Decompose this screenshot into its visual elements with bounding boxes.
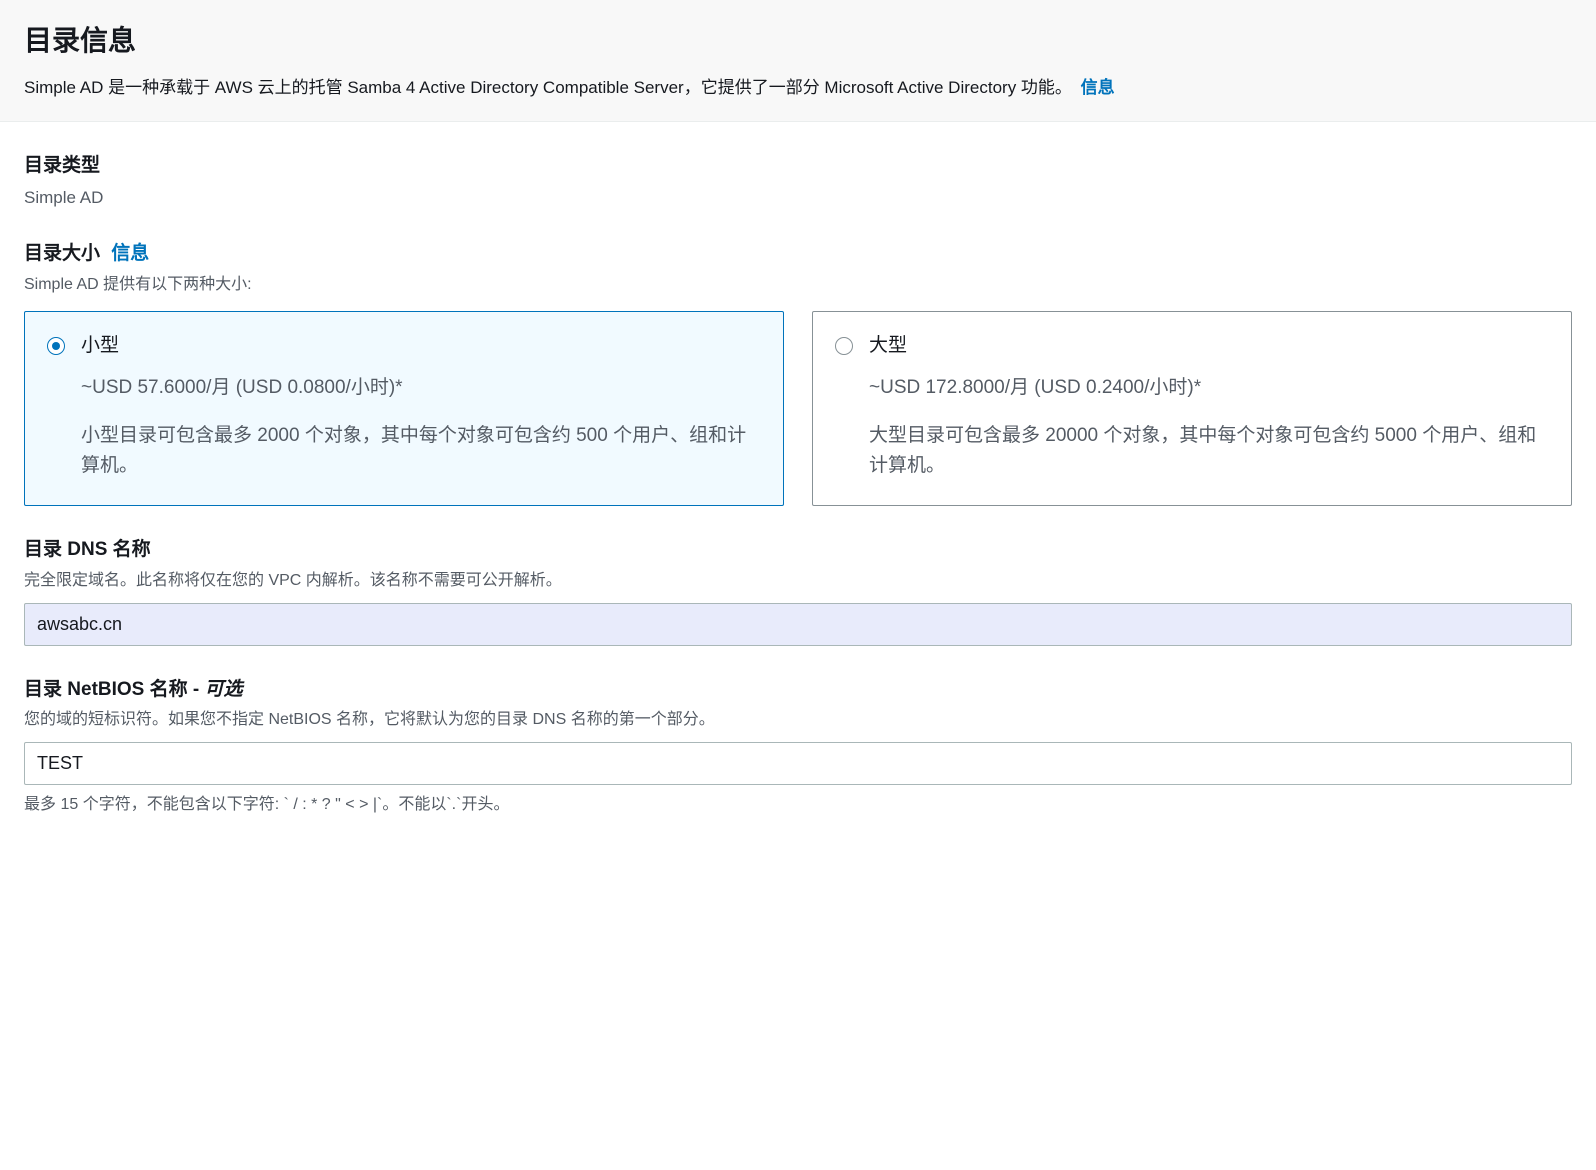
radio-icon (47, 337, 65, 355)
size-card-large[interactable]: 大型 ~USD 172.8000/月 (USD 0.2400/小时)* 大型目录… (812, 311, 1572, 507)
page-description: Simple AD 是一种承载于 AWS 云上的托管 Samba 4 Activ… (24, 74, 1572, 101)
size-card-small-price: ~USD 57.6000/月 (USD 0.0800/小时)* (81, 374, 761, 403)
content-section: 目录类型 Simple AD 目录大小 信息 Simple AD 提供有以下两种… (0, 122, 1596, 877)
radio-inner-icon (52, 342, 60, 350)
netbios-name-label-text: 目录 NetBIOS 名称 - (24, 679, 205, 700)
directory-size-group: 目录大小 信息 Simple AD 提供有以下两种大小: 小型 ~USD 57.… (24, 240, 1572, 506)
directory-type-group: 目录类型 Simple AD (24, 152, 1572, 210)
page-description-text: Simple AD 是一种承载于 AWS 云上的托管 Samba 4 Activ… (24, 78, 1072, 97)
netbios-optional-suffix: 可选 (205, 679, 243, 700)
directory-type-value: Simple AD (24, 185, 1572, 211)
size-card-small[interactable]: 小型 ~USD 57.6000/月 (USD 0.0800/小时)* 小型目录可… (24, 311, 784, 507)
directory-size-info-link[interactable]: 信息 (111, 243, 149, 264)
directory-size-helper: Simple AD 提供有以下两种大小: (24, 273, 1572, 297)
size-card-small-desc: 小型目录可包含最多 2000 个对象，其中每个对象可包含约 500 个用户、组和… (81, 421, 761, 482)
size-card-large-desc: 大型目录可包含最多 20000 个对象，其中每个对象可包含约 5000 个用户、… (869, 421, 1549, 482)
size-card-large-price: ~USD 172.8000/月 (USD 0.2400/小时)* (869, 374, 1549, 403)
dns-name-input[interactable] (24, 603, 1572, 646)
dns-name-group: 目录 DNS 名称 完全限定域名。此名称将仅在您的 VPC 内解析。该名称不需要… (24, 536, 1572, 646)
directory-size-label: 目录大小 信息 (24, 240, 1572, 269)
netbios-name-constraint: 最多 15 个字符，不能包含以下字符: ` / : * ? " < > |`。不… (24, 793, 1572, 817)
directory-type-label: 目录类型 (24, 152, 1572, 181)
size-card-small-title: 小型 (81, 332, 119, 361)
radio-icon (835, 337, 853, 355)
size-card-large-title: 大型 (869, 332, 907, 361)
netbios-name-label: 目录 NetBIOS 名称 - 可选 (24, 676, 1572, 705)
page-title: 目录信息 (24, 20, 1572, 62)
dns-name-label: 目录 DNS 名称 (24, 536, 1572, 565)
directory-size-label-text: 目录大小 (24, 243, 100, 264)
netbios-name-helper: 您的域的短标识符。如果您不指定 NetBIOS 名称，它将默认为您的目录 DNS… (24, 708, 1572, 732)
dns-name-helper: 完全限定域名。此名称将仅在您的 VPC 内解析。该名称不需要可公开解析。 (24, 569, 1572, 593)
radio-inner-icon (840, 342, 848, 350)
size-options: 小型 ~USD 57.6000/月 (USD 0.0800/小时)* 小型目录可… (24, 311, 1572, 507)
netbios-name-input[interactable] (24, 742, 1572, 785)
header-section: 目录信息 Simple AD 是一种承载于 AWS 云上的托管 Samba 4 … (0, 0, 1596, 122)
size-card-small-header: 小型 (47, 332, 761, 361)
netbios-name-group: 目录 NetBIOS 名称 - 可选 您的域的短标识符。如果您不指定 NetBI… (24, 676, 1572, 818)
header-info-link[interactable]: 信息 (1081, 78, 1115, 97)
size-card-large-header: 大型 (835, 332, 1549, 361)
